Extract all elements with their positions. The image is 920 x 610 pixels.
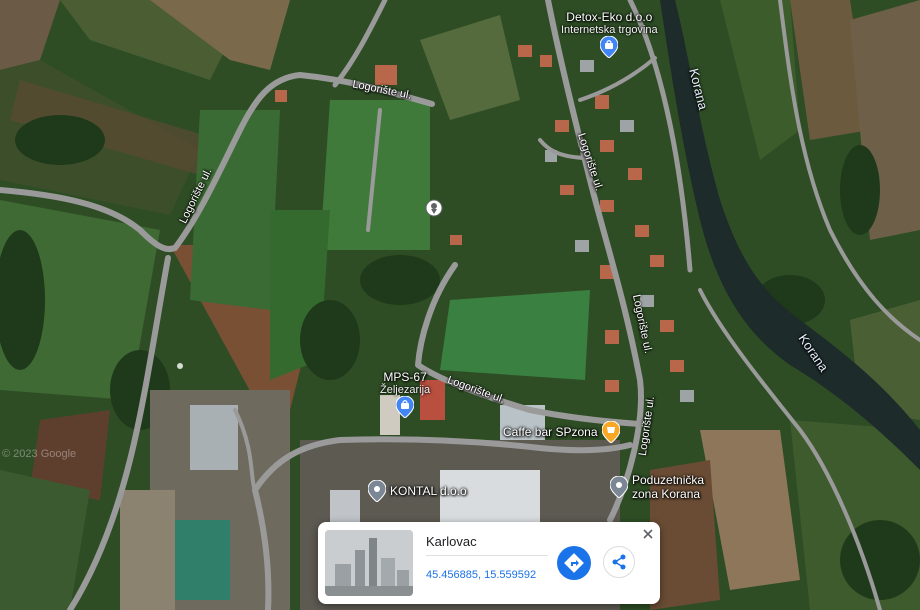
close-button[interactable] — [640, 526, 656, 542]
poi-kontal[interactable]: KONTAL d.o.o — [368, 480, 467, 502]
directions-button[interactable] — [557, 546, 591, 580]
close-icon — [643, 529, 653, 539]
location-pin-icon — [610, 476, 628, 498]
place-name: Karlovac — [426, 534, 477, 549]
poi-caffe-bar-name: Caffe bar SPzona — [503, 425, 598, 439]
poi-poduzetnicka-name: Poduzetnička zona Korana — [632, 473, 705, 501]
share-icon — [612, 554, 626, 570]
cup-icon — [601, 421, 620, 443]
street-view-marker — [177, 363, 183, 369]
city-image — [325, 530, 413, 596]
location-pin-icon — [368, 480, 386, 502]
poi-mps-67-name: MPS-67 — [383, 370, 427, 384]
place-info-card[interactable]: Karlovac 45.456885, 15.559592 — [318, 522, 660, 604]
location-pin-icon[interactable] — [425, 199, 443, 217]
map-watermark: © 2023 Google — [2, 448, 77, 460]
directions-icon — [564, 553, 584, 573]
place-coordinates[interactable]: 45.456885, 15.559592 — [426, 569, 536, 581]
poi-detox-eko-subtitle: Internetska trgovina — [561, 24, 658, 36]
poi-detox-eko[interactable]: Detox-Eko d.o.o Internetska trgovina — [561, 10, 658, 58]
poi-mps-67-subtitle: Željezarija — [380, 384, 431, 396]
card-divider — [426, 555, 548, 556]
place-thumbnail[interactable] — [325, 530, 413, 596]
poi-detox-eko-name: Detox-Eko d.o.o — [566, 10, 653, 24]
poi-kontal-name: KONTAL d.o.o — [390, 484, 467, 498]
share-button[interactable] — [603, 546, 635, 578]
shopping-bag-icon — [600, 36, 619, 58]
poi-poduzetnicka-zona[interactable]: Poduzetnička zona Korana — [610, 473, 732, 501]
shopping-bag-icon — [396, 396, 415, 418]
poi-caffe-bar-spzona[interactable]: Caffe bar SPzona — [503, 421, 620, 443]
satellite-map[interactable] — [0, 0, 920, 610]
poi-mps-67[interactable]: MPS-67 Željezarija — [380, 370, 430, 418]
